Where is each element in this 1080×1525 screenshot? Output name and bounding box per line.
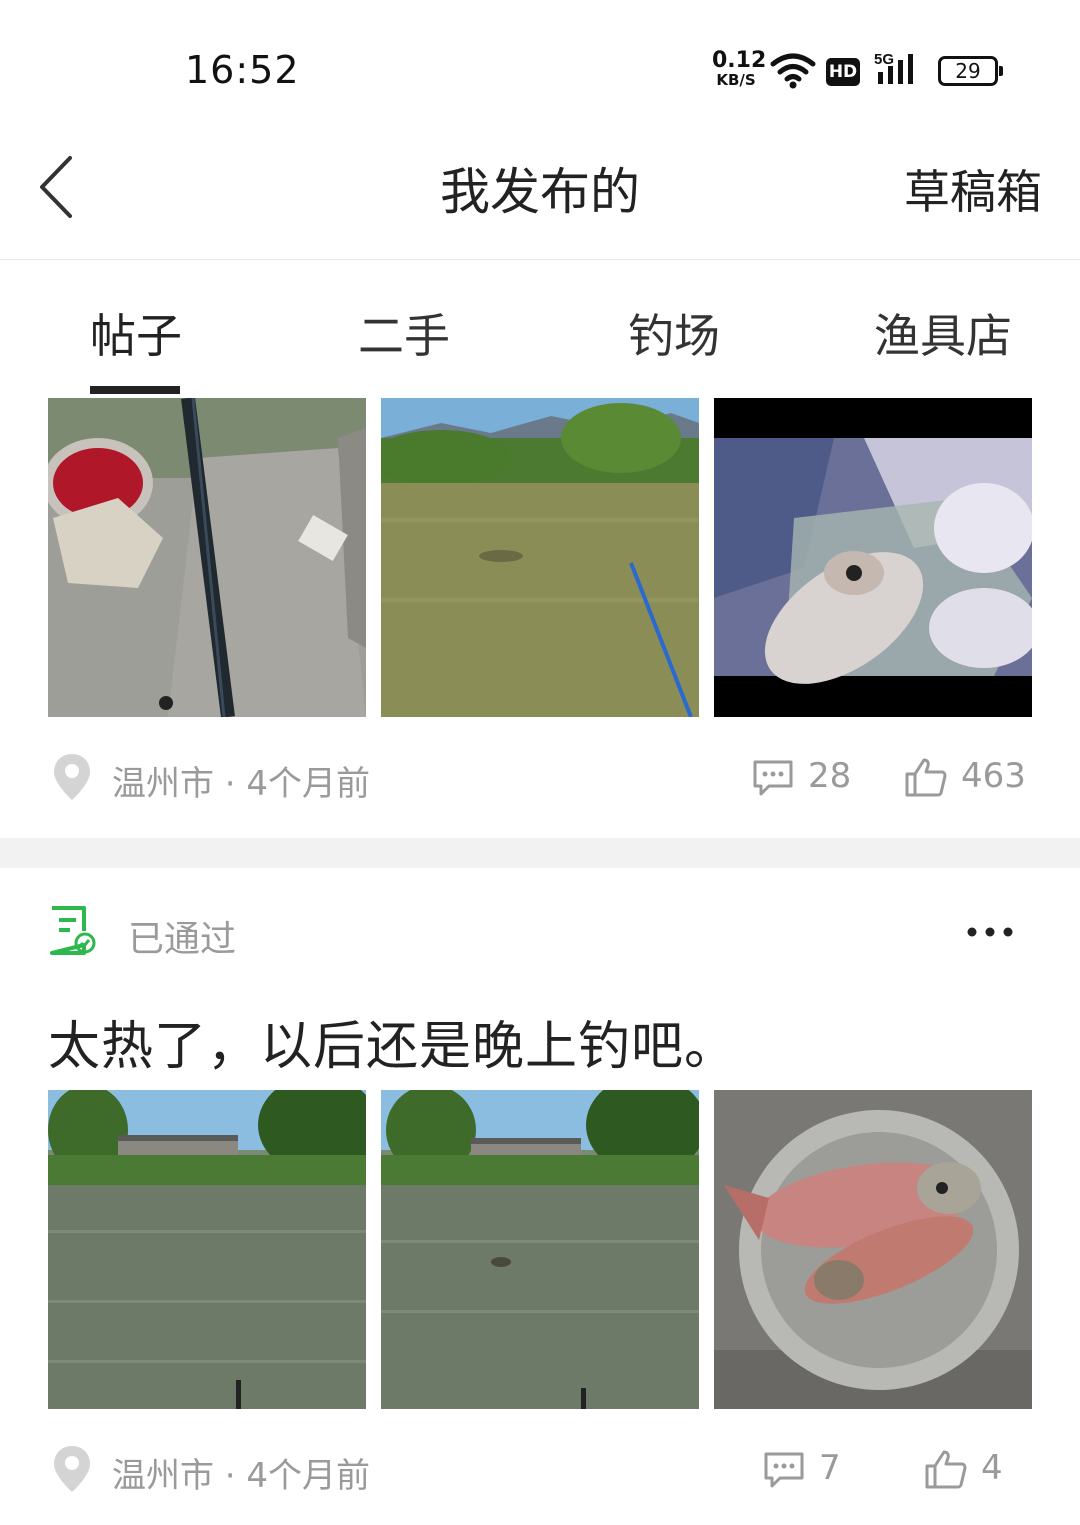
- thumbs-up-icon[interactable]: [904, 756, 948, 798]
- post-2-meta: 温州市 · 4个月前 7 4: [0, 1440, 1080, 1500]
- network-speed-unit: KB/S: [716, 71, 756, 89]
- post-location-time: 温州市 · 4个月前: [112, 1456, 371, 1496]
- like-count: 463: [961, 756, 1026, 796]
- more-options-icon[interactable]: [966, 924, 1014, 940]
- post-image-fish-in-net[interactable]: [714, 398, 1032, 717]
- app-header: 我发布的 草稿箱: [0, 130, 1080, 260]
- section-divider: [0, 838, 1080, 868]
- location-pin-icon: [54, 754, 90, 800]
- comment-count: 28: [808, 756, 852, 796]
- tab-tackle-shops[interactable]: 渔具店: [874, 300, 1012, 366]
- network-speed: 0.12 KB/S: [712, 48, 767, 89]
- post-image-river-rod[interactable]: [381, 398, 699, 717]
- post-location-time: 温州市 · 4个月前: [112, 764, 371, 804]
- review-status: 已通过: [128, 919, 237, 960]
- tab-bar: 帖子 二手 钓场 渔具店: [0, 262, 1080, 395]
- active-tab-indicator: [90, 386, 180, 394]
- thumbs-up-icon[interactable]: [924, 1448, 968, 1490]
- like-count: 4: [981, 1448, 1003, 1488]
- drafts-button[interactable]: 草稿箱: [904, 156, 1042, 222]
- battery-icon: 29: [938, 56, 1003, 86]
- post-1-meta: 温州市 · 4个月前 28 463: [0, 748, 1080, 808]
- comment-icon[interactable]: [762, 1450, 806, 1490]
- tab-posts[interactable]: 帖子: [90, 300, 182, 366]
- post-image-river-bank[interactable]: [48, 1090, 366, 1409]
- comment-count: 7: [819, 1448, 841, 1488]
- comment-icon[interactable]: [751, 758, 795, 798]
- status-bar: 16:52 0.12 KB/S HD 5G 29: [0, 0, 1080, 130]
- hd-icon: HD: [826, 58, 860, 86]
- location-pin-icon: [54, 1446, 90, 1492]
- svg-text:5G: 5G: [874, 51, 894, 68]
- post-content[interactable]: 太热了，以后还是晚上钓吧。: [48, 1004, 737, 1079]
- tab-secondhand[interactable]: 二手: [358, 300, 450, 366]
- clock: 16:52: [185, 48, 300, 92]
- post-image-fishing-rod[interactable]: [48, 398, 366, 717]
- network-speed-value: 0.12: [712, 48, 767, 73]
- tab-fishing-spots[interactable]: 钓场: [628, 300, 720, 366]
- approved-document-icon: [50, 906, 96, 955]
- post-image-fish-in-basin[interactable]: [714, 1090, 1032, 1409]
- signal-5g-icon: 5G: [874, 51, 913, 84]
- post-image-river-bank-2[interactable]: [381, 1090, 699, 1409]
- wifi-icon: [770, 53, 816, 89]
- battery-level: 29: [955, 59, 981, 83]
